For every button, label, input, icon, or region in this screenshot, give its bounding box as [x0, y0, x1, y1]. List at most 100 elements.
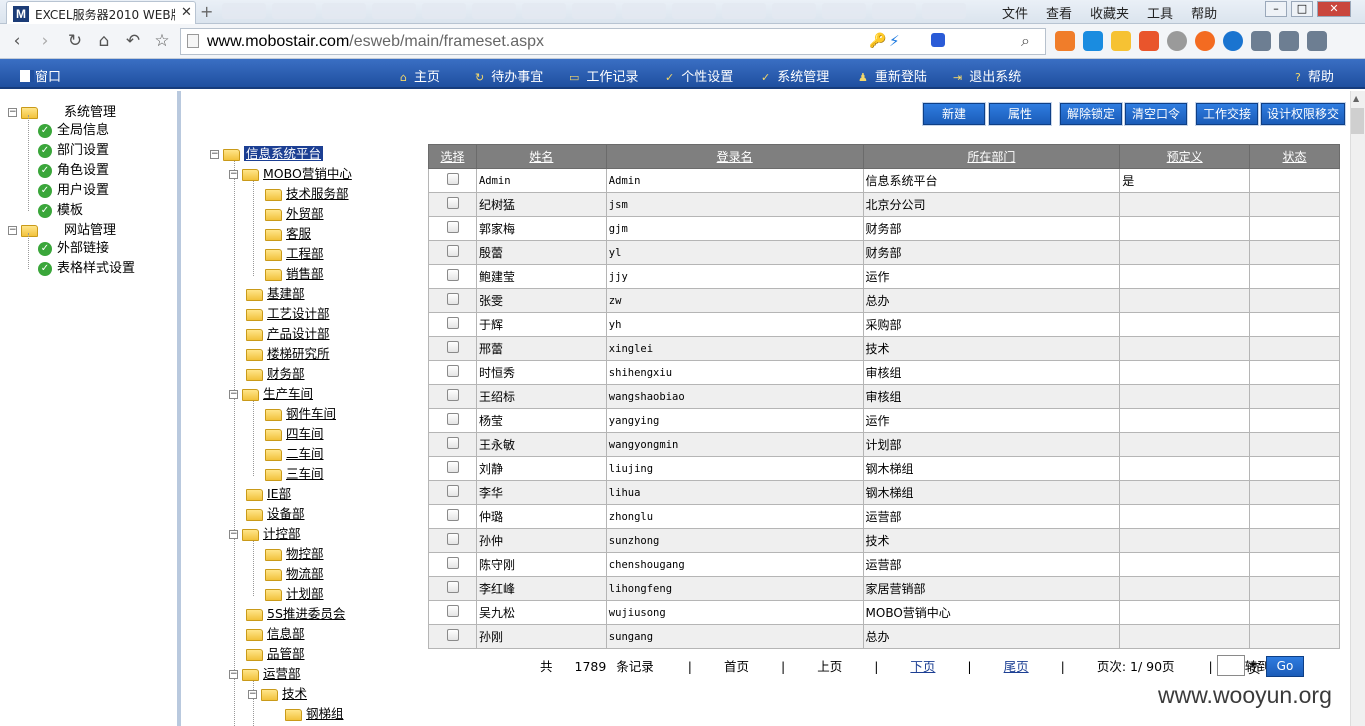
org-node[interactable]: − 运营部	[229, 663, 301, 682]
sidebar-item-templates[interactable]: ✓ 模板	[38, 199, 83, 218]
globe-icon[interactable]	[1167, 31, 1187, 51]
org-node[interactable]: 物控部	[265, 543, 324, 562]
sidebar-item-roles[interactable]: ✓ 角色设置	[38, 159, 109, 178]
sidebar-item-global-info[interactable]: ✓ 全局信息	[38, 119, 109, 138]
row-checkbox[interactable]	[447, 269, 460, 281]
org-node[interactable]: 工艺设计部	[246, 303, 330, 322]
table-row[interactable]: 郭家梅 gjm 财务部	[428, 216, 1340, 241]
last-page-link[interactable]: 尾页	[1004, 659, 1029, 674]
nav-todo[interactable]: ↻ 待办事宜	[475, 66, 543, 85]
background-tab[interactable]	[822, 3, 866, 19]
collapse-icon[interactable]: −	[8, 226, 17, 235]
table-row[interactable]: 仲璐 zhonglu 运营部	[428, 504, 1340, 529]
org-node[interactable]: 钢件车间	[265, 403, 336, 422]
browser-tab-active[interactable]: M EXCEL服务器2010 WEB版 ✕	[6, 1, 196, 24]
menu-favorites[interactable]: 收藏夹	[1090, 3, 1129, 22]
background-tab[interactable]	[322, 3, 366, 19]
row-checkbox[interactable]	[447, 389, 460, 401]
nav-relogin[interactable]: ♟ 重新登陆	[858, 66, 927, 85]
row-checkbox[interactable]	[447, 485, 460, 497]
close-window-icon[interactable]: ✕	[1317, 1, 1351, 17]
sidebar-item-external-links[interactable]: ✓ 外部链接	[38, 237, 109, 256]
column-header-select[interactable]: 选择	[428, 144, 477, 169]
back-icon[interactable]: ‹	[6, 30, 28, 52]
forward-icon[interactable]: ›	[34, 30, 56, 52]
close-tab-icon[interactable]: ✕	[181, 5, 192, 20]
table-row[interactable]: 鲍建莹 jjy 运作	[428, 264, 1340, 289]
background-tab[interactable]	[222, 3, 266, 19]
org-node[interactable]: 销售部	[265, 263, 324, 282]
background-tab[interactable]	[272, 3, 316, 19]
org-node[interactable]: 三车间	[265, 463, 324, 482]
background-tab[interactable]	[472, 3, 516, 19]
org-node[interactable]: 信息部	[246, 623, 305, 642]
extension-icon[interactable]	[1111, 31, 1131, 51]
row-checkbox[interactable]	[447, 365, 460, 377]
next-page-link[interactable]: 下页	[910, 659, 935, 674]
tree-group-system-admin[interactable]: − 系统管理	[8, 101, 116, 120]
row-checkbox[interactable]	[447, 197, 460, 209]
collapse-icon[interactable]: −	[8, 108, 17, 117]
table-row[interactable]: 纪树猛 jsm 北京分公司	[428, 192, 1340, 217]
key-icon[interactable]: 🔑	[869, 33, 886, 49]
org-node[interactable]: − 技术	[248, 683, 307, 702]
sidebar-item-departments[interactable]: ✓ 部门设置	[38, 139, 109, 158]
sidebar-item-table-styles[interactable]: ✓ 表格样式设置	[38, 257, 135, 276]
table-row[interactable]: 孙刚 sungang 总办	[428, 624, 1340, 649]
work-handover-button[interactable]: 工作交接	[1196, 103, 1258, 125]
org-node[interactable]: 客服	[265, 223, 311, 242]
search-icon[interactable]: ⌕	[1021, 31, 1030, 51]
sidebar-item-users[interactable]: ✓ 用户设置	[38, 179, 109, 198]
undo-icon[interactable]: ↶	[122, 30, 144, 52]
nav-system-admin[interactable]: ✓ 系统管理	[761, 66, 829, 85]
background-tab[interactable]	[922, 3, 966, 19]
row-checkbox[interactable]	[447, 509, 460, 521]
go-button[interactable]: Go	[1266, 656, 1304, 677]
row-checkbox[interactable]	[447, 173, 460, 185]
org-tree-root[interactable]: − 信息系统平台	[210, 143, 324, 162]
column-header-status[interactable]: 状态	[1249, 144, 1340, 169]
org-node[interactable]: 外贸部	[265, 203, 324, 222]
table-row[interactable]: 王绍标 wangshaobiao 审核组	[428, 384, 1340, 409]
clear-password-button[interactable]: 清空口令	[1125, 103, 1187, 125]
new-tab-icon[interactable]: +	[200, 2, 213, 21]
lightning-icon[interactable]: ⚡	[889, 32, 900, 50]
background-tab[interactable]	[372, 3, 416, 19]
row-checkbox[interactable]	[447, 221, 460, 233]
row-checkbox[interactable]	[447, 341, 460, 353]
nav-exit[interactable]: ⇥ 退出系统	[953, 66, 1021, 85]
table-row[interactable]: 李华 lihua 钢木梯组	[428, 480, 1340, 505]
reload-icon[interactable]: ↻	[64, 30, 86, 52]
extension-icon[interactable]	[1139, 31, 1159, 51]
column-header-name[interactable]: 姓名	[475, 144, 607, 169]
org-node[interactable]: 工程部	[265, 243, 324, 262]
table-row[interactable]: 李红峰 lihongfeng 家居营销部	[428, 576, 1340, 601]
window-menu[interactable]: 窗口	[20, 66, 61, 85]
extension-icon[interactable]	[1195, 31, 1215, 51]
menu-help[interactable]: 帮助	[1191, 3, 1217, 22]
background-tab[interactable]	[722, 3, 766, 19]
unlock-button[interactable]: 解除锁定	[1060, 103, 1122, 125]
background-tab[interactable]	[422, 3, 466, 19]
minimize-icon[interactable]: –	[1265, 1, 1287, 17]
row-checkbox[interactable]	[447, 461, 460, 473]
org-node[interactable]: 财务部	[246, 363, 305, 382]
tree-group-site-admin[interactable]: − 网站管理	[8, 219, 116, 238]
menu-tools[interactable]: 工具	[1147, 3, 1173, 22]
collapse-icon[interactable]: −	[229, 170, 238, 179]
home-page-icon[interactable]: ⌂	[93, 30, 115, 52]
background-tab[interactable]	[672, 3, 716, 19]
row-checkbox[interactable]	[447, 413, 460, 425]
org-node[interactable]: − MOBO营销中心	[229, 163, 352, 182]
url-input[interactable]: www.mobostair.com/esweb/main/frameset.as…	[180, 28, 1046, 55]
collapse-icon[interactable]: −	[210, 150, 219, 159]
org-node[interactable]: IE部	[246, 483, 291, 502]
org-node[interactable]: 计划部	[265, 583, 324, 602]
nav-help[interactable]: ? 帮助	[1295, 66, 1334, 85]
table-row[interactable]: 刘静 liujing 钢木梯组	[428, 456, 1340, 481]
transfer-design-rights-button[interactable]: 设计权限移交	[1261, 103, 1345, 125]
scroll-up-icon[interactable]: ▲	[1353, 94, 1359, 103]
background-tab[interactable]	[872, 3, 916, 19]
org-node[interactable]: − 生产车间	[229, 383, 313, 402]
org-node[interactable]: 技术服务部	[265, 183, 349, 202]
